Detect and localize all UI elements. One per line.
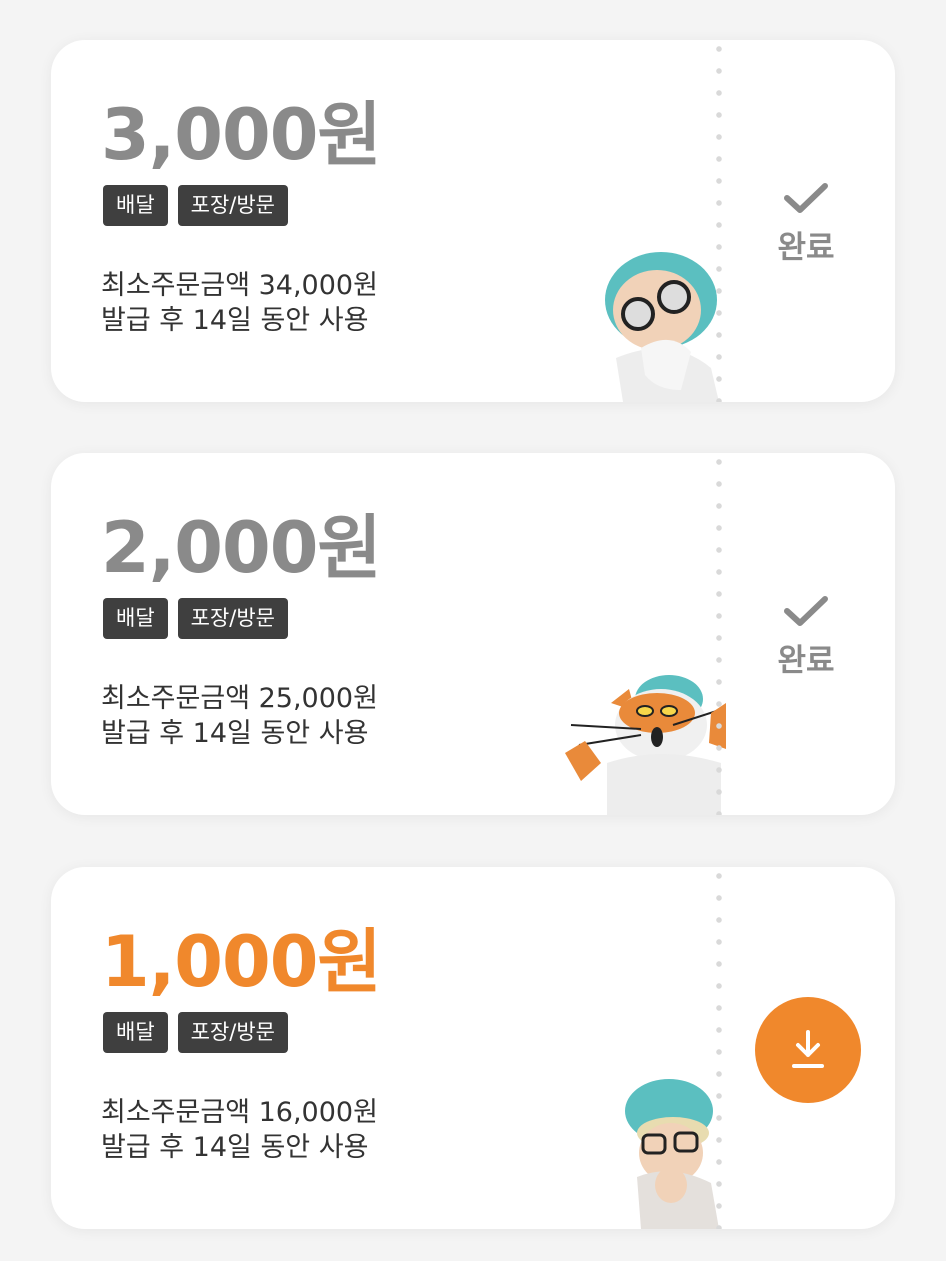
validity-text: 발급 후 14일 동안 사용	[101, 305, 369, 337]
coupon-tags: 배달 포장/방문	[103, 1012, 288, 1054]
download-icon	[792, 1030, 824, 1068]
validity-text: 발급 후 14일 동안 사용	[101, 1132, 369, 1164]
perforation-divider	[714, 453, 724, 815]
coupon-card: 1,000원 배달 포장/방문 최소주문금액 16,000원 발급 후 14일 …	[51, 867, 895, 1229]
tag-pickup-visit: 포장/방문	[177, 185, 288, 227]
completed-status: 완료	[756, 180, 856, 267]
coupon-conditions: 최소주문금액 25,000원 발급 후 14일 동안 사용	[101, 681, 378, 751]
orange-cat-mascot	[565, 675, 726, 815]
perforation-divider	[714, 40, 724, 402]
tag-delivery: 배달	[103, 185, 168, 227]
tag-delivery: 배달	[103, 598, 168, 640]
min-order-text: 최소주문금액 25,000원	[101, 683, 378, 714]
download-coupon-button[interactable]	[755, 997, 861, 1103]
coupon-amount: 1,000원	[101, 921, 382, 1003]
min-order-text: 최소주문금액 34,000원	[101, 270, 378, 301]
coupon-amount: 2,000원	[101, 507, 382, 589]
perforation-divider	[714, 867, 724, 1229]
min-order-text: 최소주문금액 16,000원	[101, 1097, 378, 1128]
validity-text: 발급 후 14일 동안 사용	[101, 718, 369, 750]
tag-pickup-visit: 포장/방문	[177, 1012, 288, 1054]
completed-label: 완료	[777, 643, 835, 679]
completed-status: 완료	[756, 593, 856, 680]
coupon-card: 3,000원 배달 포장/방문 최소주문금액 34,000원 발급 후 14일 …	[51, 40, 895, 402]
coupon-conditions: 최소주문금액 16,000원 발급 후 14일 동안 사용	[101, 1095, 378, 1165]
completed-label: 완료	[777, 230, 835, 266]
coupon-card: 2,000원 배달 포장/방문 최소주문금액 25,000원 발급 후 14일 …	[51, 453, 895, 815]
tag-pickup-visit: 포장/방문	[177, 598, 288, 640]
check-icon	[784, 183, 828, 213]
elderly-mascot-with-glasses	[625, 1079, 719, 1229]
nurse-with-goggles-mascot	[605, 252, 719, 402]
coupon-conditions: 최소주문금액 34,000원 발급 후 14일 동안 사용	[101, 268, 378, 338]
check-icon	[784, 596, 828, 626]
coupon-amount: 3,000원	[101, 94, 382, 176]
coupon-tags: 배달 포장/방문	[103, 185, 288, 227]
coupon-tags: 배달 포장/방문	[103, 598, 288, 640]
tag-delivery: 배달	[103, 1012, 168, 1054]
